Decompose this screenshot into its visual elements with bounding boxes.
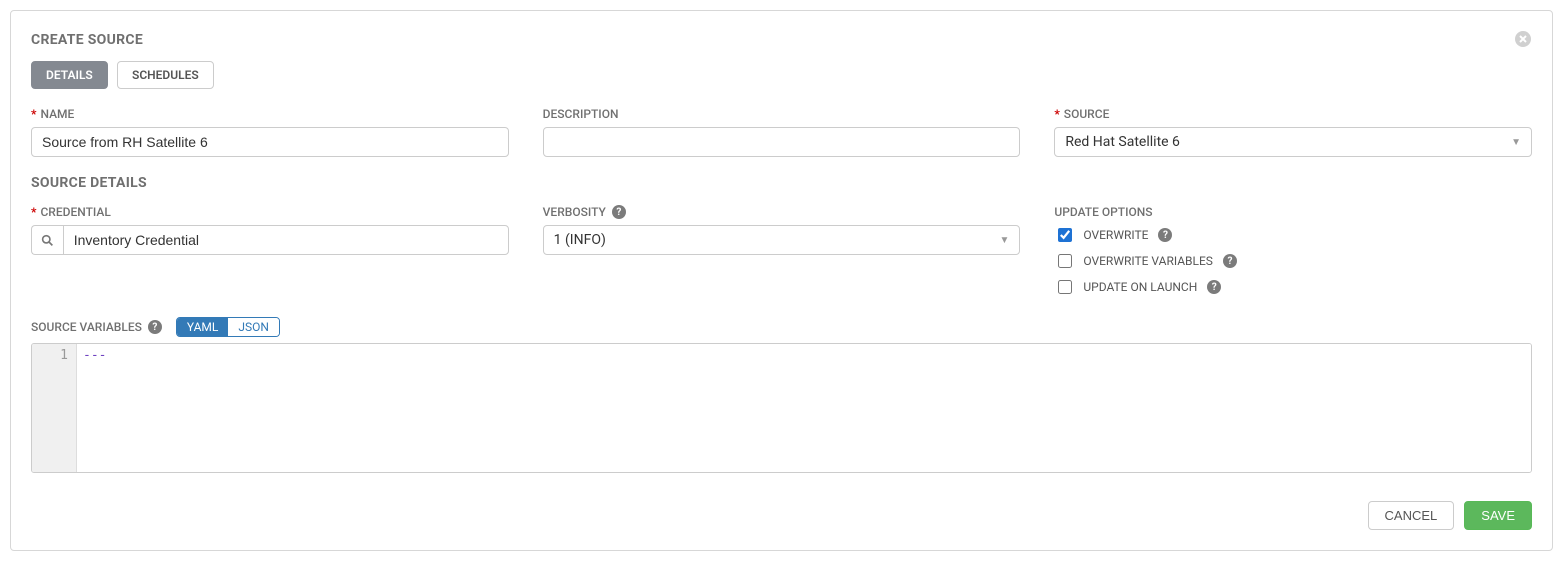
required-asterisk: * <box>31 205 36 219</box>
help-icon[interactable]: ? <box>1207 280 1221 294</box>
format-toggle: YAML JSON <box>176 317 280 337</box>
overwrite-vars-option[interactable]: OVERWRITE VARIABLES ? <box>1054 251 1532 271</box>
row-main-fields: * NAME DESCRIPTION * SOURCE Red Hat Satell… <box>31 107 1532 157</box>
help-icon[interactable]: ? <box>148 320 162 334</box>
credential-label: CREDENTIAL <box>40 205 110 219</box>
help-icon[interactable]: ? <box>1158 228 1172 242</box>
update-on-launch-label: UPDATE ON LAUNCH <box>1083 280 1197 294</box>
toggle-yaml[interactable]: YAML <box>177 318 228 336</box>
update-on-launch-option[interactable]: UPDATE ON LAUNCH ? <box>1054 277 1532 297</box>
footer-actions: CANCEL SAVE <box>31 501 1532 530</box>
verbosity-select-value: 1 (INFO) <box>554 232 606 248</box>
tab-details[interactable]: DETAILS <box>31 61 108 89</box>
description-input[interactable] <box>543 127 1021 157</box>
field-credential: * CREDENTIAL <box>31 205 509 297</box>
editor-content[interactable]: --- <box>77 344 1531 472</box>
field-verbosity: VERBOSITY ? 1 (INFO) ▼ <box>543 205 1021 297</box>
verbosity-select[interactable]: 1 (INFO) ▼ <box>543 225 1021 255</box>
credential-lookup-button[interactable] <box>31 225 63 255</box>
source-variables-editor[interactable]: 1 --- <box>31 343 1532 473</box>
source-select-value: Red Hat Satellite 6 <box>1065 134 1180 150</box>
editor-gutter: 1 <box>32 344 77 472</box>
cancel-button[interactable]: CANCEL <box>1368 501 1455 530</box>
field-description: DESCRIPTION <box>543 107 1021 157</box>
field-name: * NAME <box>31 107 509 157</box>
save-button[interactable]: SAVE <box>1464 501 1532 530</box>
close-icon[interactable] <box>1514 31 1532 49</box>
overwrite-option[interactable]: OVERWRITE ? <box>1054 225 1532 245</box>
caret-down-icon: ▼ <box>1511 137 1521 148</box>
caret-down-icon: ▼ <box>999 235 1009 246</box>
overwrite-vars-label: OVERWRITE VARIABLES <box>1083 254 1213 268</box>
create-source-panel: CREATE SOURCE DETAILS SCHEDULES * NAME DE… <box>10 10 1553 551</box>
line-number: 1 <box>60 348 68 363</box>
name-label: NAME <box>40 107 74 121</box>
required-asterisk: * <box>1054 107 1059 121</box>
verbosity-label: VERBOSITY <box>543 205 606 219</box>
source-variables-label: SOURCE VARIABLES <box>31 320 142 334</box>
source-variables-header: SOURCE VARIABLES ? YAML JSON <box>31 317 1532 337</box>
overwrite-label: OVERWRITE <box>1083 228 1148 242</box>
row-source-details: * CREDENTIAL VERBOSITY ? 1 (INFO) ▼ UPDAT… <box>31 205 1532 297</box>
credential-input[interactable] <box>63 225 509 255</box>
required-asterisk: * <box>31 107 36 121</box>
panel-header: CREATE SOURCE <box>31 31 1532 49</box>
panel-title: CREATE SOURCE <box>31 32 143 48</box>
toggle-json[interactable]: JSON <box>228 318 279 336</box>
help-icon[interactable]: ? <box>612 205 626 219</box>
tab-schedules[interactable]: SCHEDULES <box>117 61 214 89</box>
tabs: DETAILS SCHEDULES <box>31 61 1532 89</box>
help-icon[interactable]: ? <box>1223 254 1237 268</box>
update-options-label: UPDATE OPTIONS <box>1054 205 1152 219</box>
field-update-options: UPDATE OPTIONS OVERWRITE ? OVERWRITE VAR… <box>1054 205 1532 297</box>
description-label: DESCRIPTION <box>543 107 619 121</box>
name-input[interactable] <box>31 127 509 157</box>
source-select[interactable]: Red Hat Satellite 6 ▼ <box>1054 127 1532 157</box>
overwrite-checkbox[interactable] <box>1058 228 1072 242</box>
update-on-launch-checkbox[interactable] <box>1058 280 1072 294</box>
source-label: SOURCE <box>1064 107 1110 121</box>
field-source: * SOURCE Red Hat Satellite 6 ▼ <box>1054 107 1532 157</box>
search-icon <box>41 234 54 247</box>
source-details-heading: SOURCE DETAILS <box>31 175 1532 191</box>
overwrite-vars-checkbox[interactable] <box>1058 254 1072 268</box>
